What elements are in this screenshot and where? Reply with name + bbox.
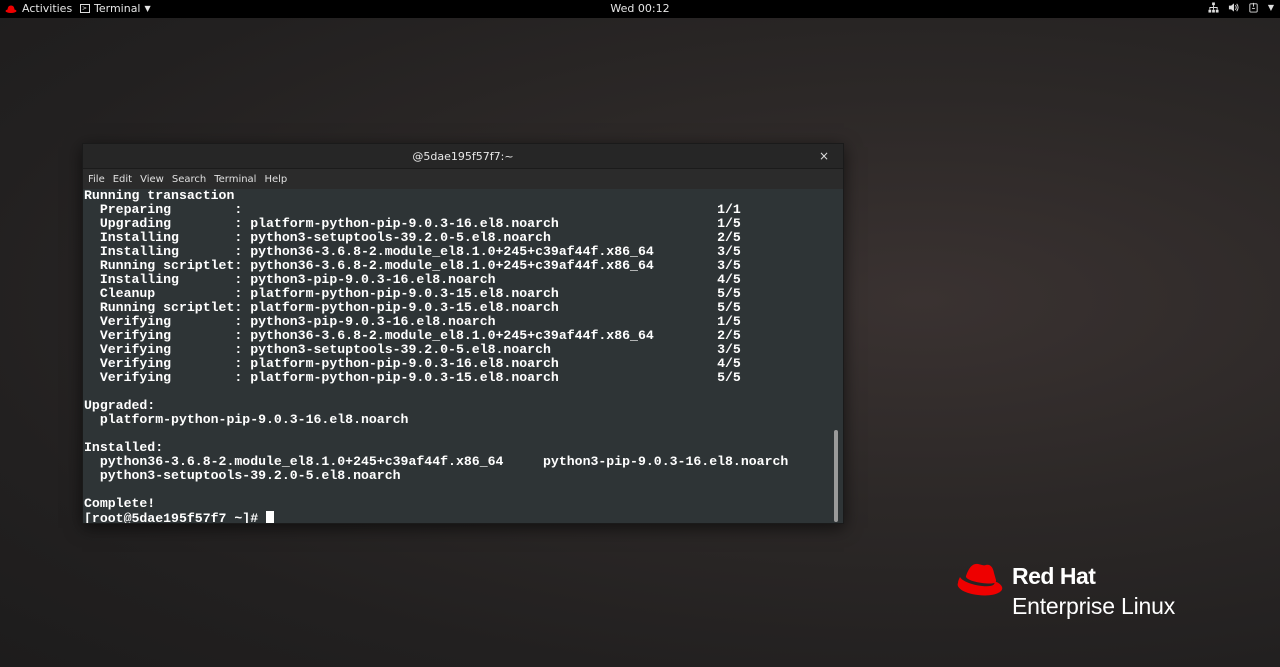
power-icon bbox=[1249, 2, 1258, 13]
terminal-line: Complete! bbox=[84, 496, 156, 511]
menu-terminal[interactable]: Terminal bbox=[214, 174, 261, 185]
brand-name: Red Hat bbox=[1012, 563, 1096, 589]
activities-label: Activities bbox=[22, 2, 73, 15]
scrollbar-thumb[interactable] bbox=[834, 430, 838, 522]
volume-icon bbox=[1228, 3, 1239, 12]
window-titlebar[interactable]: @5dae195f57f7:~ × bbox=[83, 144, 843, 169]
terminal-line: Running scriptlet: python36-3.6.8-2.modu… bbox=[99, 258, 741, 273]
terminal-line: Verifying : python36-3.6.8-2.module_el8.… bbox=[99, 328, 741, 343]
terminal-line: Upgrading : platform-python-pip-9.0.3-16… bbox=[99, 216, 741, 231]
redhat-icon bbox=[5, 5, 17, 13]
terminal-output[interactable]: Running transaction Preparing : 1/1 Upgr… bbox=[83, 189, 829, 523]
chevron-down-icon: ▼ bbox=[1267, 3, 1274, 12]
menu-file[interactable]: File bbox=[88, 174, 110, 185]
system-status-menu[interactable]: ▼ bbox=[1208, 2, 1274, 13]
app-menu[interactable]: > Terminal ▼ bbox=[80, 2, 151, 15]
brand-product: Enterprise Linux bbox=[1012, 593, 1175, 619]
terminal-line: platform-python-pip-9.0.3-16.el8.noarch bbox=[99, 412, 409, 427]
top-bar: Activities > Terminal ▼ Wed 00:12 ▼ bbox=[0, 0, 1280, 18]
menu-help[interactable]: Help bbox=[264, 174, 292, 185]
terminal-line: Installed: bbox=[84, 440, 164, 455]
terminal-line: Running scriptlet: platform-python-pip-9… bbox=[99, 300, 741, 315]
terminal-line: python3-setuptools-39.2.0-5.el8.noarch bbox=[99, 468, 401, 483]
terminal-line: Cleanup : platform-python-pip-9.0.3-15.e… bbox=[99, 286, 741, 301]
window-title: @5dae195f57f7:~ bbox=[412, 150, 514, 163]
clock-container: Wed 00:12 bbox=[0, 2, 1280, 15]
terminal-line: Installing : python3-pip-9.0.3-16.el8.no… bbox=[99, 272, 741, 287]
terminal-line: Verifying : python3-setuptools-39.2.0-5.… bbox=[99, 342, 741, 357]
terminal-prompt-line[interactable]: [root@5dae195f57f7 ~]# bbox=[83, 511, 829, 523]
menu-view[interactable]: View bbox=[140, 174, 169, 185]
shell-prompt: [root@5dae195f57f7 ~]# bbox=[84, 511, 267, 524]
menu-bar: File Edit View Search Terminal Help bbox=[83, 169, 843, 190]
redhat-hat-icon bbox=[957, 563, 1003, 596]
terminal-line: Upgraded: bbox=[84, 398, 156, 413]
text-cursor bbox=[266, 511, 275, 523]
terminal-line: Installing : python3-setuptools-39.2.0-5… bbox=[99, 230, 741, 245]
terminal-line: Running transaction bbox=[84, 189, 235, 203]
menu-search[interactable]: Search bbox=[172, 174, 211, 185]
terminal-line: Verifying : platform-python-pip-9.0.3-16… bbox=[99, 356, 741, 371]
menu-edit[interactable]: Edit bbox=[113, 174, 137, 185]
terminal-window[interactable]: @5dae195f57f7:~ × File Edit View Search … bbox=[82, 143, 844, 524]
terminal-line: Verifying : platform-python-pip-9.0.3-15… bbox=[99, 370, 741, 385]
app-menu-label: Terminal bbox=[94, 2, 141, 15]
terminal-line: Preparing : 1/1 bbox=[99, 202, 741, 217]
scrollbar[interactable] bbox=[829, 189, 843, 523]
activities-button[interactable]: Activities bbox=[5, 2, 72, 15]
clock[interactable]: Wed 00:12 bbox=[610, 2, 669, 15]
terminal-line: Verifying : python3-pip-9.0.3-16.el8.noa… bbox=[99, 314, 741, 329]
close-icon: × bbox=[818, 149, 829, 163]
network-icon bbox=[1208, 2, 1219, 13]
terminal-line: Installing : python36-3.6.8-2.module_el8… bbox=[99, 244, 741, 259]
terminal-line: python36-3.6.8-2.module_el8.1.0+245+c39a… bbox=[99, 454, 789, 469]
terminal-icon: > bbox=[80, 4, 90, 13]
terminal-lines: Running transaction Preparing : 1/1 Upgr… bbox=[83, 189, 829, 511]
chevron-down-icon: ▼ bbox=[144, 4, 151, 13]
redhat-logo: Red Hat Enterprise Linux bbox=[956, 561, 1216, 621]
close-button[interactable]: × bbox=[819, 149, 829, 163]
